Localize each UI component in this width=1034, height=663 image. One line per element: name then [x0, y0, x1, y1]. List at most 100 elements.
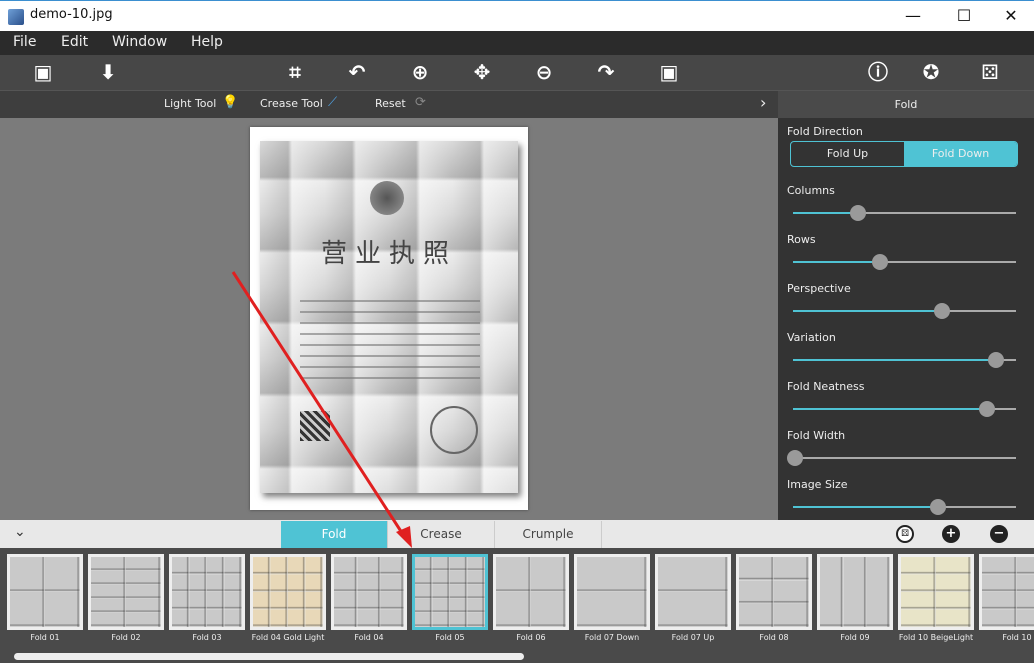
preset-item[interactable]: Fold 03 [169, 554, 245, 642]
crease-line-icon[interactable]: ⟋ [328, 95, 337, 110]
image-size-slider[interactable] [793, 499, 1016, 515]
tab-crumple[interactable]: Crumple [495, 521, 602, 548]
document-title: 营业执照 [320, 239, 457, 269]
fit-image-icon[interactable]: ▣ [655, 59, 683, 85]
preset-thumbnail[interactable] [493, 554, 569, 630]
slider-thumb[interactable] [987, 352, 1004, 368]
image-canvas[interactable]: 营业执照 [0, 118, 778, 520]
open-image-icon[interactable]: ▣ [29, 59, 57, 85]
lightbulb-icon[interactable]: 💡 [222, 95, 238, 110]
preset-item[interactable]: Fold 10 [979, 554, 1034, 642]
save-icon[interactable]: ⬇ [94, 59, 122, 85]
tab-crease[interactable]: Crease [388, 521, 495, 548]
crease-tool-button[interactable]: Crease Tool [260, 97, 323, 110]
random-preset-icon[interactable]: ⚄ [896, 525, 914, 543]
preset-item[interactable]: Fold 08 [736, 554, 812, 642]
preset-thumbnail[interactable] [412, 554, 488, 630]
preset-item[interactable]: Fold 01 [7, 554, 83, 642]
maximize-button[interactable]: ☐ [949, 5, 979, 27]
redo-icon[interactable]: ↷ [592, 59, 620, 85]
collapse-icon[interactable]: ⌄ [14, 524, 26, 540]
preset-item[interactable]: Fold 09 [817, 554, 893, 642]
slider-fill [793, 310, 943, 312]
slider-fill [793, 212, 858, 214]
preset-thumbnail[interactable] [169, 554, 245, 630]
rows-label: Rows [787, 233, 816, 246]
random-dice-icon[interactable]: ⚄ [976, 59, 1004, 85]
preset-label: Fold 07 Down [584, 633, 640, 642]
preset-item[interactable]: Fold 10 BeigeLight [898, 554, 974, 642]
undo-icon[interactable]: ↶ [343, 59, 371, 85]
preset-item[interactable]: Fold 07 Down [574, 554, 650, 642]
variation-slider[interactable] [793, 352, 1016, 368]
fold-neatness-slider[interactable] [793, 401, 1016, 417]
crop-icon[interactable]: ⌗ [281, 59, 309, 85]
sub-toolbar: Light Tool 💡 Crease Tool ⟋ Reset ⟳ › [0, 90, 778, 118]
preset-thumbnail[interactable] [574, 554, 650, 630]
rows-slider[interactable] [793, 254, 1016, 270]
preset-strip: Fold 01 Fold 02 Fold 03 Fold 04 Gold Lig… [0, 548, 1034, 663]
preset-label: Fold 03 [192, 633, 222, 642]
preset-thumbnail[interactable] [250, 554, 326, 630]
preset-tabs: ⌄ Fold Crease Crumple ⚄ + − [0, 520, 1034, 548]
slider-fill [793, 261, 880, 263]
light-tool-button[interactable]: Light Tool [164, 97, 216, 110]
reset-button[interactable]: Reset [375, 97, 406, 110]
preset-label: Fold 04 [354, 633, 384, 642]
close-button[interactable]: ✕ [996, 5, 1026, 27]
slider-thumb[interactable] [979, 401, 995, 417]
move-icon[interactable]: ✥ [468, 59, 496, 85]
preset-label: Fold 10 [1002, 633, 1032, 642]
preset-label: Fold 07 Up [671, 633, 715, 642]
expand-panel-icon[interactable]: › [760, 93, 766, 112]
preset-item[interactable]: Fold 04 Gold Light [250, 554, 326, 642]
slider-thumb[interactable] [849, 205, 866, 221]
menu-edit[interactable]: Edit [61, 34, 88, 50]
zoom-out-icon[interactable]: ⊖ [530, 59, 558, 85]
preset-thumbnail[interactable] [331, 554, 407, 630]
preset-thumbnail[interactable] [88, 554, 164, 630]
preset-label: Fold 01 [30, 633, 60, 642]
slider-fill [793, 408, 987, 410]
remove-preset-icon[interactable]: − [990, 525, 1008, 543]
slider-fill [793, 506, 938, 508]
horizontal-scrollbar[interactable] [14, 653, 524, 660]
minimize-button[interactable]: — [898, 5, 928, 27]
columns-slider[interactable] [793, 205, 1016, 221]
slider-thumb[interactable] [871, 254, 888, 270]
title-bar: demo-10.jpg — ☐ ✕ [0, 0, 1034, 31]
preset-item[interactable]: Fold 06 [493, 554, 569, 642]
preset-item[interactable]: Fold 05 [412, 554, 488, 642]
settings-icon[interactable]: ✪ [917, 59, 945, 85]
perspective-slider[interactable] [793, 303, 1016, 319]
preset-thumbnail[interactable] [7, 554, 83, 630]
add-preset-icon[interactable]: + [942, 525, 960, 543]
preset-thumbnail[interactable] [898, 554, 974, 630]
toolbar: ▣ ⬇ ⌗ ↶ ⊕ ✥ ⊖ ↷ ▣ ⓘ ✪ ⚄ [0, 55, 1034, 90]
preset-thumbnail[interactable] [979, 554, 1034, 630]
slider-fill [793, 359, 996, 361]
menu-help[interactable]: Help [191, 34, 223, 50]
preset-item[interactable]: Fold 04 [331, 554, 407, 642]
fold-up-button[interactable]: Fold Up [791, 142, 904, 166]
reset-icon[interactable]: ⟳ [415, 95, 426, 110]
slider-thumb[interactable] [787, 450, 804, 466]
preset-label: Fold 02 [111, 633, 141, 642]
preset-item[interactable]: Fold 07 Up [655, 554, 731, 642]
fold-width-slider[interactable] [787, 450, 1016, 466]
preset-thumbnail[interactable] [817, 554, 893, 630]
menu-window[interactable]: Window [112, 34, 167, 50]
zoom-in-icon[interactable]: ⊕ [406, 59, 434, 85]
slider-track[interactable] [793, 457, 1016, 459]
preset-thumbnail[interactable] [736, 554, 812, 630]
fold-down-button[interactable]: Fold Down [904, 142, 1017, 166]
preset-item[interactable]: Fold 02 [88, 554, 164, 642]
menu-file[interactable]: File [13, 34, 36, 50]
preset-label: Fold 09 [840, 633, 870, 642]
info-icon[interactable]: ⓘ [864, 59, 892, 85]
slider-thumb[interactable] [929, 499, 946, 515]
tab-fold[interactable]: Fold [281, 521, 388, 548]
document-text-lines [300, 291, 480, 388]
slider-thumb[interactable] [934, 303, 951, 319]
preset-thumbnail[interactable] [655, 554, 731, 630]
